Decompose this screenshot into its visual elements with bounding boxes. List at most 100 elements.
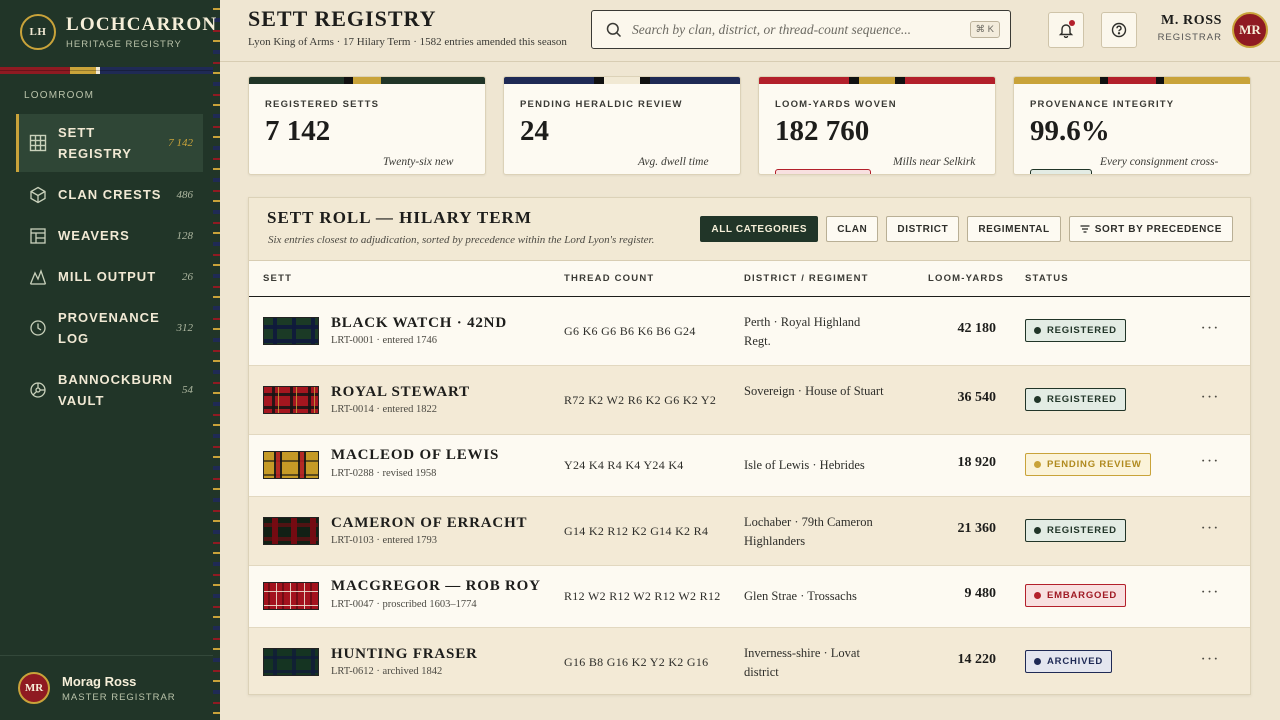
page-title: SETT REGISTRY [248, 6, 437, 31]
more-icon[interactable]: ··· [1199, 454, 1221, 473]
table-row[interactable]: BLACK WATCH · 42ND LRT-0001 · entered 17… [249, 297, 1250, 366]
sett-name: BLACK WATCH · 42ND [331, 315, 507, 331]
sidebar-item-count: 7 142 [168, 137, 193, 149]
filter-all-categories[interactable]: ALL CATEGORIES [700, 216, 819, 242]
sett-meta: LRT-0014 · entered 1822 [331, 404, 437, 415]
table-row[interactable]: MACGREGOR — ROB ROY LRT-0047 · proscribe… [249, 566, 1250, 628]
kpi-value: 7 142 [265, 115, 331, 147]
kpi-note: Every consignment cross- [1100, 156, 1219, 168]
sidebar-item-sett-registry[interactable]: SETT REGISTRY 7 142 [16, 114, 203, 172]
sett-name: ROYAL STEWART [331, 384, 470, 400]
brand-seal: LH [20, 14, 56, 50]
sidebar-item-mill-output[interactable]: MILL OUTPUT 26 [16, 258, 203, 295]
table-row[interactable]: HUNTING FRASER LRT-0612 · archived 1842 … [249, 628, 1250, 694]
brand-name: LOCHCARRON [66, 14, 218, 35]
more-icon[interactable]: ··· [1199, 585, 1221, 604]
kpi-registered-setts[interactable]: REGISTERED SETTS 7 142 Twenty-six new [248, 76, 486, 175]
column-header-status[interactable]: STATUS [1025, 273, 1069, 284]
more-icon[interactable]: ··· [1199, 652, 1221, 671]
grid-icon [28, 133, 48, 153]
header-user[interactable]: M. ROSS REGISTRAR [1158, 13, 1222, 43]
status-badge: REGISTERED [1025, 319, 1126, 342]
kpi-pending-review[interactable]: PENDING HERALDIC REVIEW 24 Avg. dwell ti… [503, 76, 741, 175]
sidebar-item-count: 312 [176, 322, 194, 334]
table-row[interactable]: MACLEOD OF LEWIS LRT-0288 · revised 1958… [249, 435, 1250, 497]
search-bar[interactable]: ⌘ K [591, 10, 1011, 49]
sidebar-user[interactable]: MR Morag Ross MASTER REGISTRAR [0, 655, 213, 720]
filter-clan[interactable]: CLAN [826, 216, 879, 242]
user-role: REGISTRAR [1157, 32, 1222, 43]
user-role: MASTER REGISTRAR [62, 691, 176, 703]
column-header-thread-count[interactable]: THREAD COUNT [564, 273, 654, 284]
help-icon [1111, 22, 1127, 38]
sett-swatch [263, 582, 319, 610]
avatar[interactable]: MR [1232, 12, 1268, 48]
sidebar-item-weavers[interactable]: WEAVERS 128 [16, 217, 203, 254]
panel-subtitle: Six entries closest to adjudication, sor… [268, 234, 655, 246]
brand-subtitle: HERITAGE REGISTRY [66, 39, 182, 50]
sett-swatch [263, 386, 319, 414]
sett-meta: LRT-0103 · entered 1793 [331, 535, 437, 546]
district: Lochaber · 79th Cameron Highlanders [744, 515, 873, 548]
sort-button[interactable]: SORT BY PRECEDENCE [1068, 216, 1233, 242]
loom-icon [28, 226, 48, 246]
kpi-label: PROVENANCE INTEGRITY [1030, 99, 1175, 110]
notifications-button[interactable] [1048, 12, 1084, 48]
sett-roll-panel: SETT ROLL — HILARY TERM Six entries clos… [248, 197, 1251, 695]
column-header-sett[interactable]: SETT [263, 273, 292, 284]
kpi-badge [775, 169, 871, 174]
vault-icon [28, 380, 48, 400]
sett-name: CAMERON OF ERRACHT [331, 515, 528, 531]
thread-count: Y24 K4 R4 K4 Y24 K4 [564, 458, 684, 472]
more-icon[interactable]: ··· [1199, 521, 1221, 540]
sort-icon [1080, 225, 1090, 233]
column-header-loom-yards[interactable]: LOOM-YARDS [928, 273, 1004, 284]
brand[interactable]: LH LOCHCARRON HERITAGE REGISTRY [20, 14, 217, 50]
kpi-value: 24 [520, 115, 549, 147]
tartan-band [0, 67, 213, 74]
panel-title: SETT ROLL — HILARY TERM [267, 208, 532, 227]
kpi-note: Mills near Selkirk [893, 156, 976, 168]
sidebar-item-bannockburn-vault[interactable]: BANNOCKBURN VAULT 54 [16, 361, 203, 419]
user-name: Morag Ross [62, 673, 137, 689]
kpi-label: PENDING HERALDIC REVIEW [520, 99, 683, 110]
status-badge: PENDING REVIEW [1025, 453, 1151, 476]
column-header-district[interactable]: DISTRICT / REGIMENT [744, 273, 869, 284]
tartan-stripe [759, 77, 995, 84]
kpi-note: Avg. dwell time [638, 156, 709, 168]
sidebar: LH LOCHCARRON HERITAGE REGISTRY LOOMROOM… [0, 0, 220, 720]
sett-name: MACLEOD OF LEWIS [331, 447, 500, 463]
sett-name: MACGREGOR — ROB ROY [331, 578, 541, 594]
sidebar-item-label: MILL OUTPUT [58, 269, 157, 284]
table-header: SETT THREAD COUNT DISTRICT / REGIMENT LO… [249, 261, 1250, 297]
page-subtitle: Lyon King of Arms · 17 Hilary Term · 158… [248, 36, 567, 48]
sidebar-item-provenance-log[interactable]: PROVENANCE LOG 312 [16, 299, 203, 357]
sett-meta: LRT-0612 · archived 1842 [331, 666, 443, 677]
more-icon[interactable]: ··· [1199, 390, 1221, 409]
search-input[interactable] [632, 21, 970, 38]
kpi-provenance-integrity[interactable]: PROVENANCE INTEGRITY 99.6% Every consign… [1013, 76, 1251, 175]
filter-district[interactable]: DISTRICT [886, 216, 960, 242]
sett-swatch [263, 451, 319, 479]
sidebar-item-label: SETT REGISTRY [58, 125, 132, 161]
filter-regimental[interactable]: REGIMENTAL [967, 216, 1061, 242]
tartan-stripe [504, 77, 740, 84]
table-row[interactable]: ROYAL STEWART LRT-0014 · entered 1822 R7… [249, 366, 1250, 435]
status-badge: EMBARGOED [1025, 584, 1127, 607]
sett-meta: LRT-0001 · entered 1746 [331, 335, 437, 346]
sidebar-item-clan-crests[interactable]: CLAN CRESTS 486 [16, 176, 203, 213]
nav-section-label: LOOMROOM [24, 90, 95, 101]
kpi-loom-yards[interactable]: LOOM-YARDS WOVEN 182 760 Mills near Selk… [758, 76, 996, 175]
kpi-value: 99.6% [1030, 115, 1110, 147]
sidebar-item-label: CLAN CRESTS [58, 187, 162, 202]
help-button[interactable] [1101, 12, 1137, 48]
table-row[interactable]: CAMERON OF ERRACHT LRT-0103 · entered 17… [249, 497, 1250, 566]
user-name: M. ROSS [1161, 13, 1222, 28]
tartan-edge [213, 0, 220, 720]
tartan-stripe [249, 77, 485, 84]
district: Glen Strae · Trossachs [744, 589, 857, 603]
avatar: MR [18, 672, 50, 704]
sett-name: HUNTING FRASER [331, 646, 478, 662]
more-icon[interactable]: ··· [1199, 321, 1221, 340]
sort-label: SORT BY PRECEDENCE [1094, 223, 1222, 235]
